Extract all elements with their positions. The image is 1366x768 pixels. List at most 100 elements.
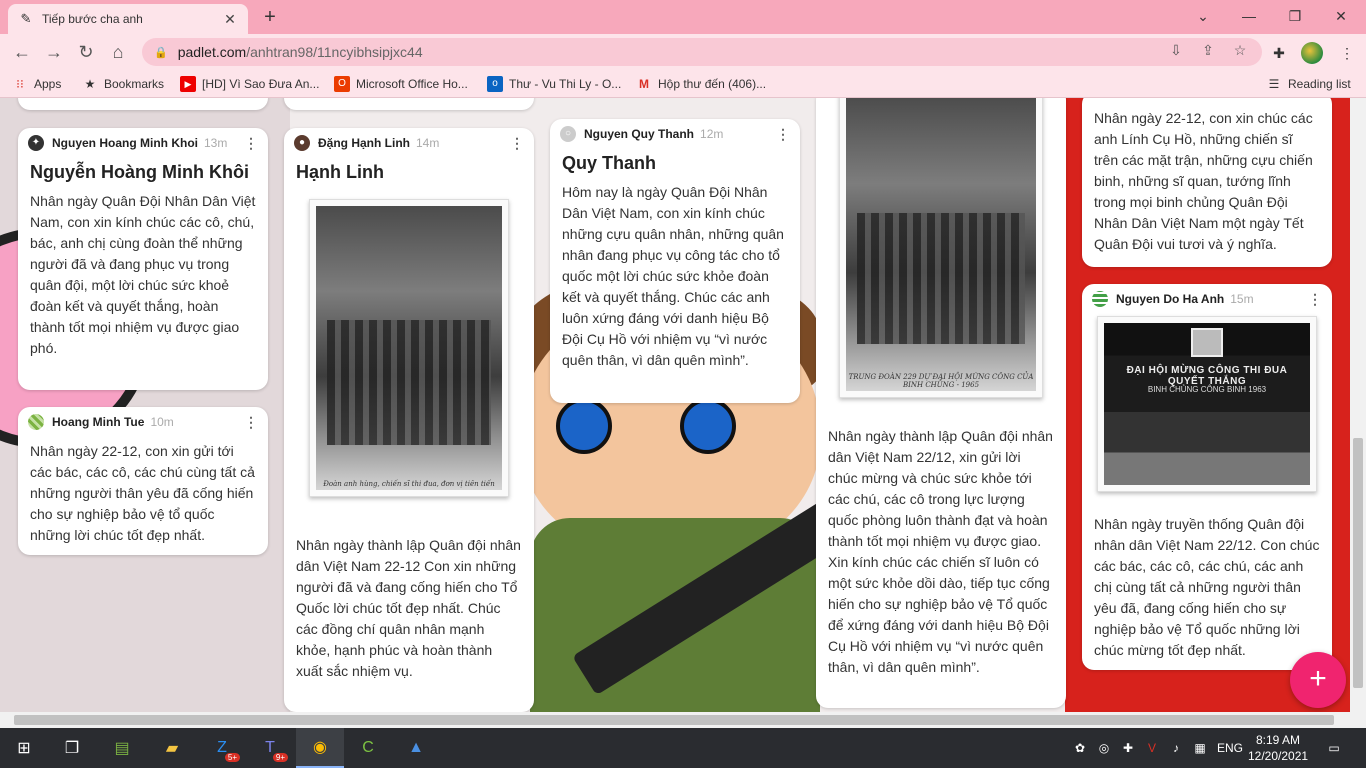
- wallpaper-eye: [556, 398, 612, 454]
- reading-list-button[interactable]: ☰ Reading list: [1266, 76, 1351, 92]
- vertical-scrollbar[interactable]: [1350, 98, 1366, 712]
- url-path: /anhtran98/11ncyibhsipjxc44: [246, 44, 423, 60]
- zalo-icon[interactable]: Z 5+: [198, 728, 246, 768]
- post-body: Nhân ngày 22-12, con xin gửi tới các bác…: [30, 443, 255, 543]
- bookmark-label: [HD] Vì Sao Đưa An...: [202, 77, 320, 91]
- post-photo[interactable]: Đoàn anh hùng, chiến sĩ thi đua, đơn vị …: [309, 199, 509, 497]
- post-card[interactable]: ✦ Nguyen Hoang Minh Khoi 13m ⋮ Nguyễn Ho…: [18, 128, 268, 390]
- post-card-partial[interactable]: [284, 98, 534, 110]
- tab-title: Tiếp bước cha anh: [42, 12, 143, 26]
- security-tray-icon[interactable]: ✚: [1118, 728, 1138, 768]
- photo-banner-sub: BINH CHỦNG CÔNG BINH 1963: [1147, 384, 1267, 394]
- task-view-icon[interactable]: ❐: [48, 728, 96, 768]
- outlook-icon: o: [487, 76, 503, 92]
- share-icon[interactable]: ⇪: [1198, 42, 1218, 59]
- horizontal-scrollbar[interactable]: [0, 712, 1366, 728]
- windows-taskbar: ⊞ ❐ ▤ ▰ Z 5+ T 9+ ◉ C ▲ ✿ ◎ ✚ V ♪ ▦ ENG 8:…: [0, 728, 1366, 768]
- post-time: 14m: [416, 136, 440, 150]
- start-windows-icon[interactable]: ⊞: [0, 728, 48, 768]
- bookmark-label: Thư - Vu Thi Ly - O...: [509, 77, 622, 91]
- post-body: Nhân ngày thành lập Quân đội nhân dân Vi…: [296, 537, 521, 679]
- home-icon[interactable]: ⌂: [106, 40, 130, 64]
- tray-app-icon[interactable]: ✿: [1070, 728, 1090, 768]
- wallpaper-eye: [680, 398, 736, 454]
- post-menu-icon[interactable]: ⋮: [244, 135, 258, 152]
- post-menu-icon[interactable]: ⋮: [244, 414, 258, 431]
- lock-icon[interactable]: 🔒: [154, 46, 168, 59]
- bookmark-apps[interactable]: ⁝⁝ Apps: [12, 76, 61, 92]
- url-host: padlet.com: [177, 44, 247, 60]
- back-arrow-icon[interactable]: ←: [10, 40, 34, 64]
- post-time: 10m: [150, 415, 174, 429]
- bookmark-label: Microsoft Office Ho...: [356, 77, 468, 91]
- extensions-puzzle-icon[interactable]: ✚: [1268, 42, 1290, 64]
- more-menu-icon[interactable]: ⋮: [1336, 42, 1358, 64]
- reload-icon[interactable]: ↻: [74, 40, 98, 64]
- language-indicator[interactable]: ENG: [1214, 728, 1246, 768]
- network-icon[interactable]: ▦: [1190, 728, 1210, 768]
- close-tab-icon[interactable]: ✕: [222, 11, 238, 28]
- post-card[interactable]: Hoang Minh Tue 10m ⋮ Nhân ngày 22-12, co…: [18, 407, 268, 555]
- notepad-icon[interactable]: ▤: [98, 728, 146, 768]
- post-body: Nhân ngày truyền thống Quân đội nhân dân…: [1094, 516, 1320, 658]
- post-author: Nguyen Hoang Minh Khoi: [52, 136, 198, 150]
- post-card[interactable]: ○ Nguyen Quy Thanh 12m ⋮ Quy Thanh Hôm n…: [550, 119, 800, 403]
- post-menu-icon[interactable]: ⋮: [1308, 291, 1322, 308]
- restore-button[interactable]: ❐: [1272, 4, 1318, 28]
- teams-icon[interactable]: T 9+: [246, 728, 294, 768]
- new-tab-button[interactable]: +: [258, 6, 282, 28]
- add-post-button[interactable]: +: [1290, 652, 1346, 708]
- bookmark-gmail[interactable]: M Hộp thư đến (406)...: [636, 76, 766, 92]
- clock[interactable]: 8:19 AM 12/20/2021: [1248, 732, 1308, 764]
- reading-list-icon: ☰: [1268, 77, 1280, 91]
- bookmark-star-icon[interactable]: ☆: [1230, 42, 1250, 59]
- post-time: 15m: [1230, 292, 1254, 306]
- post-time: 12m: [700, 127, 724, 141]
- avatar: ○: [560, 126, 576, 142]
- bookmark-youtube[interactable]: ▶ [HD] Vì Sao Đưa An...: [180, 76, 319, 92]
- bookmark-office[interactable]: O Microsoft Office Ho...: [334, 76, 468, 92]
- clock-time: 8:19 AM: [1255, 733, 1301, 747]
- gmail-icon: M: [639, 77, 649, 91]
- post-title: Nguyễn Hoàng Minh Khôi: [30, 162, 249, 182]
- padlet-favicon-icon: ✎: [20, 11, 32, 26]
- bookmark-label: Apps: [34, 77, 62, 91]
- vpn-tray-icon[interactable]: V: [1142, 728, 1162, 768]
- address-bar[interactable]: 🔒 padlet.com/anhtran98/11ncyibhsipjxc44 …: [142, 38, 1262, 66]
- post-card[interactable]: Nhân ngày 22-12, con xin chúc các anh Lí…: [1082, 98, 1332, 267]
- photos-icon[interactable]: ▲: [392, 728, 440, 768]
- bookmarks-bar: ⁝⁝ Apps ★ Bookmarks ▶ [HD] Vì Sao Đưa An…: [0, 70, 1366, 98]
- browser-tab[interactable]: ✎ Tiếp bước cha anh ✕: [8, 4, 248, 34]
- tab-search-icon[interactable]: ⌄: [1180, 4, 1226, 28]
- scrollbar-thumb[interactable]: [1353, 438, 1363, 688]
- forward-arrow-icon[interactable]: →: [42, 40, 66, 64]
- post-card[interactable]: Nguyen Do Ha Anh 15m ⋮ ĐẠI HỘI MỪNG CÔNG…: [1082, 284, 1332, 670]
- post-photo[interactable]: ĐẠI HỘI MỪNG CÔNG THI ĐUA QUYẾT THẮNG BI…: [1097, 316, 1317, 492]
- post-card[interactable]: ● Đặng Hạnh Linh 14m ⋮ Hạnh Linh Đoàn an…: [284, 128, 534, 712]
- notification-center-icon[interactable]: ▭: [1320, 728, 1348, 768]
- chrome-icon[interactable]: ◉: [296, 728, 344, 768]
- padlet-canvas: ✦ Nguyen Hoang Minh Khoi 13m ⋮ Nguyễn Ho…: [0, 98, 1366, 712]
- post-card-partial[interactable]: [18, 98, 268, 110]
- minimize-button[interactable]: —: [1226, 4, 1272, 28]
- bookmark-bookmarks[interactable]: ★ Bookmarks: [82, 76, 164, 92]
- profile-avatar[interactable]: [1301, 42, 1323, 64]
- close-window-button[interactable]: ✕: [1318, 4, 1364, 28]
- camtasia-icon[interactable]: C: [344, 728, 392, 768]
- photo-caption: TRUNG ĐOÀN 229 DỰ ĐẠI HỘI MỪNG CÔNG CỦA …: [848, 373, 1034, 389]
- install-app-icon[interactable]: ⇩: [1166, 42, 1186, 59]
- post-menu-icon[interactable]: ⋮: [510, 135, 524, 152]
- avatar: [1092, 291, 1108, 307]
- volume-icon[interactable]: ♪: [1166, 728, 1186, 768]
- bookmark-outlook[interactable]: o Thư - Vu Thi Ly - O...: [487, 76, 621, 92]
- post-author: Đặng Hạnh Linh: [318, 136, 410, 150]
- post-menu-icon[interactable]: ⋮: [776, 126, 790, 143]
- file-explorer-icon[interactable]: ▰: [148, 728, 196, 768]
- post-author: Hoang Minh Tue: [52, 415, 145, 429]
- post-card[interactable]: TRUNG ĐOÀN 229 DỰ ĐẠI HỘI MỪNG CÔNG CỦA …: [816, 98, 1066, 708]
- zalo-tray-icon[interactable]: ◎: [1094, 728, 1114, 768]
- post-photo[interactable]: TRUNG ĐOÀN 229 DỰ ĐẠI HỘI MỪNG CÔNG CỦA …: [839, 98, 1043, 398]
- scrollbar-thumb[interactable]: [14, 715, 1334, 725]
- photo-portrait: [1190, 327, 1224, 358]
- star-icon: ★: [84, 77, 96, 91]
